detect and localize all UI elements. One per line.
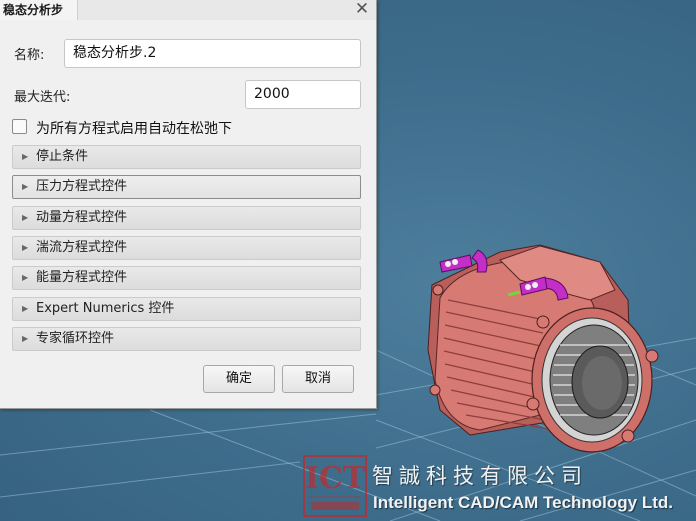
- auto-relax-checkbox[interactable]: [12, 119, 27, 134]
- auto-relax-label: 为所有方程式启用自动在松弛下: [36, 121, 232, 137]
- cancel-button[interactable]: 取消: [282, 365, 354, 393]
- section-label: 压力方程式控件: [36, 179, 128, 194]
- section-turbulence-equation[interactable]: ▶ 湍流方程式控件: [12, 236, 361, 260]
- company-name-chinese: 智誠科技有限公司: [372, 464, 588, 488]
- company-name-english: Intelligent CAD/CAM Technology Ltd.: [373, 493, 673, 512]
- section-pressure-equation[interactable]: ▶ 压力方程式控件: [12, 175, 361, 199]
- max-iterations-label: 最大迭代:: [14, 90, 71, 105]
- steady-state-step-dialog: 稳态分析步 ✕ 名称: 稳态分析步.2 最大迭代: 2000 为所有方程式启用自…: [0, 0, 377, 409]
- expand-arrow-icon: ▶: [22, 243, 29, 252]
- expand-arrow-icon: ▶: [22, 213, 29, 222]
- expand-arrow-icon: ▶: [22, 152, 29, 161]
- section-stop-criteria[interactable]: ▶ 停止条件: [12, 145, 361, 169]
- expand-arrow-icon: ▶: [22, 334, 29, 343]
- section-label: 能量方程式控件: [36, 270, 128, 285]
- expand-arrow-icon: ▶: [22, 273, 29, 282]
- company-logo: ICT: [303, 455, 367, 517]
- section-label: 动量方程式控件: [36, 210, 128, 225]
- max-iterations-field[interactable]: 2000: [245, 80, 361, 109]
- section-label: 湍流方程式控件: [36, 240, 128, 255]
- section-label: Expert Numerics 控件: [36, 301, 175, 316]
- section-label: 停止条件: [36, 149, 89, 164]
- expand-arrow-icon: ▶: [22, 304, 29, 313]
- svg-text:ICT: ICT: [305, 461, 366, 496]
- section-momentum-equation[interactable]: ▶ 动量方程式控件: [12, 206, 361, 230]
- close-icon[interactable]: ✕: [352, 0, 372, 20]
- section-label: 专家循环控件: [36, 331, 115, 346]
- dialog-titlebar[interactable]: 稳态分析步 ✕: [0, 0, 376, 20]
- name-label: 名称:: [14, 48, 45, 63]
- section-energy-equation[interactable]: ▶ 能量方程式控件: [12, 266, 361, 290]
- expand-arrow-icon: ▶: [22, 182, 29, 191]
- section-expert-loop[interactable]: ▶ 专家循环控件: [12, 327, 361, 351]
- section-expert-numerics[interactable]: ▶ Expert Numerics 控件: [12, 297, 361, 321]
- dialog-title: 稳态分析步: [0, 0, 78, 20]
- name-field[interactable]: 稳态分析步.2: [64, 39, 361, 68]
- ok-button[interactable]: 确定: [203, 365, 275, 393]
